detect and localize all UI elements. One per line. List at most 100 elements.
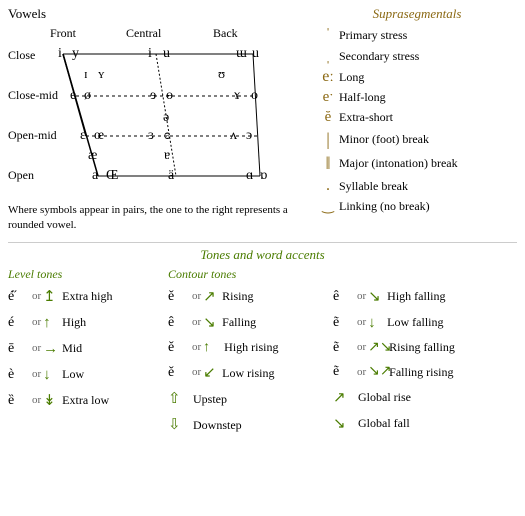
tone-highfalling-arrow: ↘	[368, 285, 384, 309]
tone-row-globalfall: ↘ Global fall	[333, 412, 517, 436]
tone-highfalling-sym: ê	[333, 286, 355, 308]
supra-long-symbol: eː	[317, 68, 339, 86]
tone-lowrising-arrow: ↙	[203, 361, 219, 385]
vowel-o-bar: ɵ	[166, 88, 173, 104]
tone-extrahigh-arrow: ↥	[43, 285, 59, 309]
vowel-a: a	[92, 168, 98, 184]
vowel-u: u	[252, 46, 259, 62]
supra-extrashort-symbol: ĕ	[317, 109, 339, 126]
tone-extrahigh-label: Extra high	[62, 287, 112, 306]
suprasegmentals-title: Suprasegmentals	[317, 6, 517, 22]
vowel-epsilon: ɛ	[80, 128, 86, 144]
tone-low-arrow: ↓	[43, 363, 59, 387]
supra-linking-label: Linking (no break)	[339, 199, 430, 214]
tone-rising-label: Rising	[222, 287, 253, 306]
vowel-o: o	[251, 88, 258, 104]
tone-highrising-label: High rising	[224, 338, 278, 357]
supra-row-halflong: eˑ Half-long	[317, 89, 517, 106]
vowel-3: ɜ	[148, 128, 154, 144]
tone-row-highfalling: ê or ↘ High falling	[333, 285, 517, 309]
tone-row-downstep: ⇩ Downstep	[168, 413, 323, 437]
supra-primary-symbol: ˈ	[317, 26, 339, 44]
supra-row-long: eː Long	[317, 68, 517, 86]
tone-fallingrising-arrow: ↘↗	[368, 361, 386, 383]
tone-row-globalrise: ↗ Global rise	[333, 386, 517, 410]
vowel-schwa: ə	[163, 110, 169, 126]
tone-downstep-label: Downstep	[193, 416, 242, 435]
supra-syllable-label: Syllable break	[339, 179, 408, 194]
tone-row-lowrising: ě or ↙ Low rising	[168, 361, 323, 385]
tone-mid-label: Mid	[62, 339, 82, 358]
tone-lowrising-sym: ě	[168, 362, 190, 384]
tone-globalrise-label: Global rise	[358, 388, 411, 407]
tone-low-sym: è	[8, 364, 30, 386]
tone-upstep-arrow: ⇧	[168, 387, 190, 411]
tone-row-upstep: ⇧ Upstep	[168, 387, 323, 411]
tone-falling-label: Falling	[222, 313, 256, 332]
vowel-turned-script-a: ɒ	[260, 168, 267, 184]
vowel-e: e	[70, 88, 76, 104]
tone-row-mid: ē or → Mid	[8, 337, 158, 361]
tone-row-high: é or ↑ High	[8, 311, 158, 335]
tone-risingfalling-arrow: ↗↘	[368, 337, 386, 359]
tone-falling-arrow: ↘	[203, 311, 219, 335]
vowel-w: ɯ	[236, 46, 247, 62]
contour-left-col: Contour tones ě or ↗ Rising ê or ↘ Falli…	[168, 267, 323, 439]
contour-tones-subtitle: Contour tones	[168, 267, 323, 282]
tone-fallingrising-label: Falling rising	[389, 363, 453, 382]
tone-extralow-label: Extra low	[62, 391, 109, 410]
vowel-ae: æ	[88, 148, 97, 164]
vowel-y: y	[72, 46, 79, 62]
supra-minorbreak-label: Minor (foot) break	[339, 132, 429, 147]
tone-globalfall-label: Global fall	[358, 414, 410, 433]
tone-extrahigh-sym: é̋	[8, 286, 30, 308]
supra-secondary-label: Secondary stress	[339, 49, 419, 64]
supra-syllable-symbol: .	[317, 177, 339, 195]
supra-row-primary: ˈ Primary stress	[317, 26, 517, 44]
vowels-title: Vowels	[8, 6, 307, 22]
supra-secondary-symbol: ˌ	[317, 47, 339, 65]
vowel-I: ɪ	[84, 66, 88, 82]
tone-fallingrising-sym: ẽ	[333, 361, 355, 383]
tone-mid-arrow: →	[43, 337, 59, 361]
tone-high-sym: é	[8, 312, 30, 334]
supra-majorbreak-label: Major (intonation) break	[339, 156, 458, 171]
supra-row-syllable: . Syllable break	[317, 177, 517, 195]
tone-high-label: High	[62, 313, 86, 332]
tone-row-lowfalling: ẽ or ↓ Low falling	[333, 311, 517, 335]
supra-majorbreak-symbol: ‖	[317, 153, 339, 174]
supra-long-label: Long	[339, 70, 364, 85]
tone-row-low: è or ↓ Low	[8, 363, 158, 387]
tone-row-fallingrising: ẽ or ↘↗ Falling rising	[333, 361, 517, 383]
tone-row-extralow: ȅ or ↡ Extra low	[8, 389, 158, 413]
vowel-Y: ʏ	[98, 66, 104, 82]
vowel-a-turned: ɐ	[164, 148, 170, 164]
vowel-wedge: ʌ	[230, 128, 237, 144]
tone-falling-sym: ê	[168, 312, 190, 334]
supra-halflong-symbol: eˑ	[317, 89, 339, 106]
supra-row-majorbreak: ‖ Major (intonation) break	[317, 153, 517, 174]
vowel-a-back: ä	[168, 168, 174, 184]
supra-linking-symbol: ‿	[317, 198, 339, 215]
tone-extralow-arrow: ↡	[43, 389, 59, 413]
vowel-chart: Front Central Back Close Close-mid Open-…	[8, 26, 288, 201]
tone-extralow-sym: ȅ	[8, 390, 30, 412]
vowel-oe: œ	[94, 128, 104, 144]
vowel-gamma: ɤ	[234, 88, 240, 104]
tone-highrising-sym: ě	[168, 337, 190, 359]
tone-lowfalling-sym: ẽ	[333, 312, 355, 334]
tone-high-arrow: ↑	[43, 311, 59, 335]
tone-row-rising: ě or ↗ Rising	[168, 285, 323, 309]
supra-row-minorbreak: | Minor (foot) break	[317, 129, 517, 150]
tone-globalfall-arrow: ↘	[333, 412, 355, 436]
tones-section: Tones and word accents Level tones é̋ or…	[8, 242, 517, 439]
contour-right-col: ê or ↘ High falling ẽ or ↓ Low falling ẽ…	[333, 267, 517, 439]
vowel-oslash: ø	[84, 88, 91, 104]
tone-upstep-label: Upstep	[193, 390, 227, 409]
tones-title: Tones and word accents	[8, 247, 517, 263]
tone-highfalling-label: High falling	[387, 287, 445, 306]
supra-primary-label: Primary stress	[339, 28, 407, 43]
supra-halflong-label: Half-long	[339, 90, 386, 105]
tone-row-falling: ê or ↘ Falling	[168, 311, 323, 335]
vowel-note: Where symbols appear in pairs, the one t…	[8, 203, 288, 234]
